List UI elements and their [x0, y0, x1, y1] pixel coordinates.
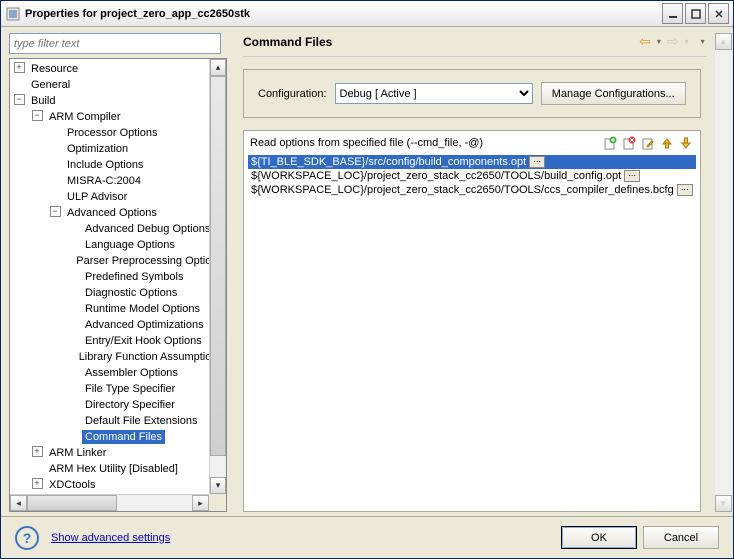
forward-icon[interactable]: ⇨: [665, 33, 681, 50]
manage-configurations-button[interactable]: Manage Configurations...: [541, 82, 686, 105]
cancel-button[interactable]: Cancel: [643, 526, 719, 549]
tree-item[interactable]: XDCtools: [46, 478, 98, 492]
page-title: Command Files: [243, 35, 637, 49]
tree-item[interactable]: Language Options: [82, 238, 178, 252]
tree-item[interactable]: ULP Advisor: [64, 190, 130, 204]
add-icon[interactable]: [602, 135, 618, 151]
command-files-list[interactable]: ${TI_BLE_SDK_BASE}/src/config/build_comp…: [248, 155, 696, 507]
tree-item[interactable]: Advanced Options: [64, 206, 160, 220]
help-icon[interactable]: ?: [15, 526, 39, 550]
close-button[interactable]: [708, 3, 729, 24]
tree-item[interactable]: Advanced Debug Options: [82, 222, 213, 236]
tree-item[interactable]: File Type Specifier: [82, 382, 178, 396]
filter-input[interactable]: [9, 33, 221, 54]
command-files-group: Read options from specified file (--cmd_…: [243, 130, 701, 512]
collapse-icon[interactable]: −: [32, 110, 43, 121]
tree-item[interactable]: Include Options: [64, 158, 146, 172]
window-buttons: [662, 3, 729, 24]
scroll-thumb[interactable]: [210, 76, 226, 456]
tree-item[interactable]: ARM Compiler: [46, 110, 124, 124]
tree-item[interactable]: Directory Specifier: [82, 398, 178, 412]
browse-icon[interactable]: ⋯: [624, 170, 640, 182]
tree-item[interactable]: Resource: [28, 62, 81, 76]
tree-item[interactable]: Predefined Symbols: [82, 270, 186, 284]
tree-scrollbar-vertical[interactable]: ▴ ▾: [209, 59, 226, 494]
expand-icon[interactable]: +: [32, 478, 43, 489]
collapse-icon[interactable]: −: [50, 206, 61, 217]
expand-icon[interactable]: +: [32, 446, 43, 457]
ok-button[interactable]: OK: [561, 526, 637, 549]
list-item-selected[interactable]: ${TI_BLE_SDK_BASE}/src/config/build_comp…: [248, 155, 696, 169]
tree-item[interactable]: ARM Hex Utility [Disabled]: [46, 462, 181, 476]
back-icon[interactable]: ⇦: [637, 33, 653, 50]
list-item[interactable]: ${WORKSPACE_LOC}/project_zero_stack_cc26…: [248, 183, 696, 197]
browse-icon[interactable]: ⋯: [677, 184, 693, 196]
scroll-up-icon[interactable]: ▴: [210, 59, 226, 76]
delete-icon[interactable]: [621, 135, 637, 151]
collapse-icon[interactable]: −: [14, 94, 25, 105]
tree-view[interactable]: +Resource General −Build −ARM Compiler P…: [9, 58, 227, 512]
list-item[interactable]: ${WORKSPACE_LOC}/project_zero_stack_cc26…: [248, 169, 696, 183]
scroll-right-icon[interactable]: ▸: [192, 495, 209, 511]
tree-item[interactable]: General: [28, 78, 73, 92]
move-down-icon[interactable]: [678, 135, 694, 151]
tree-item[interactable]: Parser Preprocessing Options: [73, 254, 226, 268]
tree-item[interactable]: Library Function Assumptions: [76, 350, 226, 364]
app-icon: [5, 6, 21, 22]
window-title: Properties for project_zero_app_cc2650st…: [25, 8, 662, 20]
scroll-down-icon: ▾: [715, 495, 732, 512]
tree-item-selected[interactable]: Command Files: [82, 430, 165, 444]
scroll-left-icon[interactable]: ◂: [10, 495, 27, 511]
back-menu-icon[interactable]: ▾: [655, 37, 663, 46]
edit-icon[interactable]: [640, 135, 656, 151]
tree-item[interactable]: Advanced Optimizations: [82, 318, 207, 332]
configuration-label: Configuration:: [258, 88, 327, 100]
tree-scrollbar-horizontal[interactable]: ◂ ▸: [10, 494, 209, 511]
configuration-select[interactable]: Debug [ Active ]: [335, 83, 533, 104]
scroll-thumb[interactable]: [27, 495, 117, 511]
footer: ? Show advanced settings OK Cancel: [1, 516, 733, 558]
tree-item[interactable]: ARM Linker: [46, 446, 109, 460]
view-menu-icon[interactable]: ▾: [699, 37, 707, 46]
maximize-button[interactable]: [685, 3, 706, 24]
tree-item[interactable]: Optimization: [64, 142, 131, 156]
configuration-group: Configuration: Debug [ Active ] Manage C…: [243, 69, 701, 118]
tree-item[interactable]: Assembler Options: [82, 366, 181, 380]
forward-menu-icon: ▾: [683, 37, 691, 46]
titlebar: Properties for project_zero_app_cc2650st…: [1, 1, 733, 27]
scroll-up-icon: ▴: [715, 33, 732, 50]
scroll-down-icon[interactable]: ▾: [210, 477, 226, 494]
tree-item[interactable]: Default File Extensions: [82, 414, 201, 428]
tree-item[interactable]: Entry/Exit Hook Options: [82, 334, 205, 348]
expand-icon[interactable]: +: [14, 62, 25, 73]
show-advanced-link[interactable]: Show advanced settings: [51, 532, 170, 544]
list-label: Read options from specified file (--cmd_…: [250, 137, 602, 149]
tree-item[interactable]: Build: [28, 94, 58, 108]
move-up-icon[interactable]: [659, 135, 675, 151]
tree-item[interactable]: MISRA-C:2004: [64, 174, 144, 188]
tree-item[interactable]: Diagnostic Options: [82, 286, 180, 300]
browse-icon[interactable]: ⋯: [529, 156, 545, 168]
tree-item[interactable]: Runtime Model Options: [82, 302, 203, 316]
right-scrollbar-vertical[interactable]: ▴ ▾: [715, 33, 732, 512]
tree-item[interactable]: Processor Options: [64, 126, 160, 140]
minimize-button[interactable]: [662, 3, 683, 24]
